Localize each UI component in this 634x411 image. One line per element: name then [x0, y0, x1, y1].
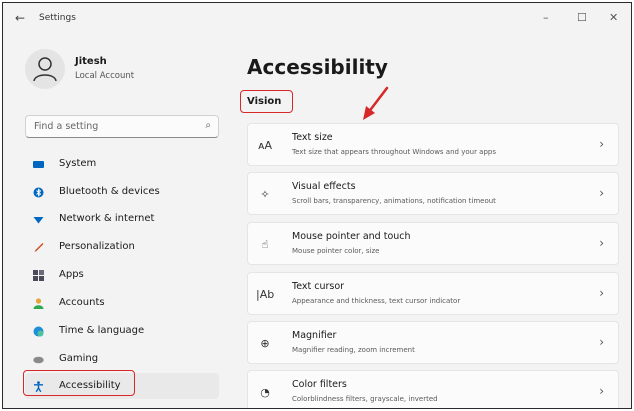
- title-bar: ← Settings – ☐ ✕: [3, 3, 631, 33]
- page-title: Accessibility: [247, 55, 388, 79]
- card-magnifier[interactable]: ⊕ Magnifier Magnifier reading, zoom incr…: [247, 321, 619, 364]
- sidebar-item-system[interactable]: System: [25, 151, 219, 177]
- gamepad-icon: [33, 356, 44, 364]
- card-visual-effects[interactable]: ✧ Visual effects Scroll bars, transparen…: [247, 172, 619, 215]
- sidebar-item-label: Time & language: [59, 325, 145, 336]
- back-arrow-icon[interactable]: ←: [15, 11, 25, 25]
- chevron-right-icon: ›: [599, 286, 604, 300]
- card-title: Color filters: [292, 379, 347, 390]
- scrollbar-thumb[interactable]: [631, 101, 632, 216]
- apps-icon: [33, 270, 44, 281]
- sidebar-item-accounts[interactable]: Accounts: [25, 290, 219, 316]
- text-size-icon: ᴀA: [257, 139, 273, 152]
- sidebar-item-apps[interactable]: Apps: [25, 262, 219, 288]
- system-icon: [33, 161, 44, 168]
- card-subtitle: Magnifier reading, zoom increment: [292, 346, 415, 354]
- minimize-button[interactable]: –: [543, 11, 549, 24]
- card-text-cursor[interactable]: |Ab Text cursor Appearance and thickness…: [247, 272, 619, 315]
- annotation-arrow-icon: [363, 86, 389, 120]
- close-button[interactable]: ✕: [609, 11, 618, 24]
- sidebar-item-label: Accounts: [59, 297, 105, 308]
- card-title: Mouse pointer and touch: [292, 231, 411, 242]
- annotation-highlight-box: [240, 90, 293, 113]
- card-subtitle: Scroll bars, transparency, animations, n…: [292, 197, 496, 205]
- sidebar-item-label: System: [59, 158, 97, 169]
- chevron-right-icon: ›: [599, 236, 604, 250]
- sidebar-item-network[interactable]: Network & internet: [25, 206, 219, 232]
- sidebar-item-label: Bluetooth & devices: [59, 186, 160, 197]
- chevron-right-icon: ›: [599, 335, 604, 349]
- search-icon: ⌕: [205, 120, 211, 131]
- account-type: Local Account: [75, 71, 135, 81]
- app-title: Settings: [39, 13, 76, 23]
- sidebar-item-label: Personalization: [59, 241, 135, 252]
- sidebar-item-label: Gaming: [59, 353, 99, 364]
- chevron-right-icon: ›: [599, 186, 604, 200]
- card-text-size[interactable]: ᴀA Text size Text size that appears thro…: [247, 123, 619, 166]
- bluetooth-icon: [33, 187, 44, 198]
- settings-window: ← Settings – ☐ ✕ Jitesh Local Account Fi…: [2, 2, 632, 409]
- globe-clock-icon: [33, 326, 44, 337]
- card-subtitle: Mouse pointer color, size: [292, 247, 380, 255]
- sidebar-item-time-language[interactable]: Time & language: [25, 318, 219, 344]
- pointer-touch-icon: ☝: [261, 238, 269, 251]
- accounts-icon: [33, 298, 44, 309]
- chevron-right-icon: ›: [599, 137, 604, 151]
- user-name: Jitesh: [75, 56, 107, 67]
- avatar[interactable]: [25, 49, 65, 89]
- card-subtitle: Colorblindness filters, grayscale, inver…: [292, 395, 438, 403]
- sidebar-item-gaming[interactable]: Gaming: [25, 346, 219, 372]
- sidebar-item-label: Network & internet: [59, 213, 155, 224]
- text-cursor-icon: |Ab: [256, 288, 275, 301]
- card-subtitle: Text size that appears throughout Window…: [292, 148, 496, 156]
- sidebar-item-bluetooth[interactable]: Bluetooth & devices: [25, 179, 219, 205]
- card-title: Magnifier: [292, 330, 337, 341]
- chevron-right-icon: ›: [599, 384, 604, 398]
- search-input[interactable]: Find a setting ⌕: [25, 115, 219, 138]
- card-title: Text cursor: [292, 281, 345, 292]
- card-mouse-pointer[interactable]: ☝ Mouse pointer and touch Mouse pointer …: [247, 222, 619, 265]
- annotation-highlight-box: [23, 370, 135, 396]
- color-filter-icon: ◔: [260, 386, 270, 399]
- maximize-button[interactable]: ☐: [577, 11, 587, 24]
- sidebar-item-personalization[interactable]: Personalization: [25, 234, 219, 260]
- brush-icon: [34, 243, 44, 252]
- card-title: Visual effects: [292, 181, 356, 192]
- card-subtitle: Appearance and thickness, text cursor in…: [292, 297, 461, 305]
- user-icon: [33, 57, 57, 82]
- network-icon: [33, 217, 44, 224]
- card-color-filters[interactable]: ◔ Color filters Colorblindness filters, …: [247, 370, 619, 408]
- sparkle-icon: ✧: [260, 188, 270, 201]
- sidebar-item-label: Apps: [59, 269, 84, 280]
- search-placeholder: Find a setting: [34, 121, 99, 132]
- magnifier-icon: ⊕: [260, 337, 270, 350]
- card-title: Text size: [292, 132, 333, 143]
